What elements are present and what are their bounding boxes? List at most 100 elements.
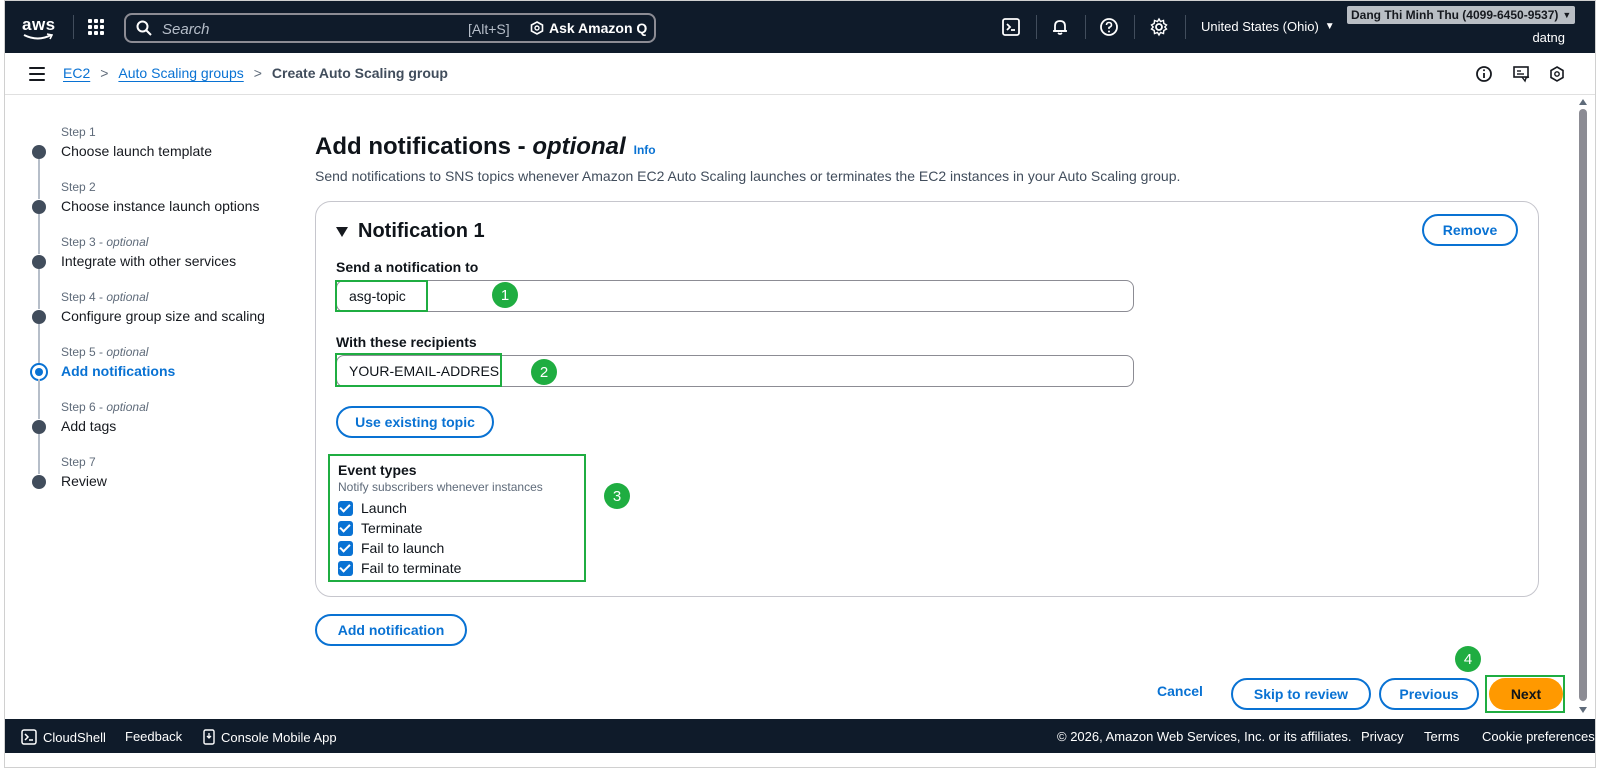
step-title[interactable]: Choose launch template bbox=[61, 143, 212, 159]
breadcrumb-current: Create Auto Scaling group bbox=[271, 65, 448, 81]
footer-cloudshell[interactable]: CloudShell bbox=[21, 729, 106, 745]
tutorial-panel-icon[interactable] bbox=[1512, 65, 1530, 83]
skip-to-review-button[interactable]: Skip to review bbox=[1231, 678, 1371, 710]
help-icon[interactable] bbox=[1099, 17, 1119, 37]
footer-copyright: © 2026, Amazon Web Services, Inc. or its… bbox=[1057, 729, 1352, 744]
remove-button[interactable]: Remove bbox=[1422, 214, 1518, 246]
footer-cloudshell-label: CloudShell bbox=[43, 729, 106, 745]
step-title[interactable]: Configure group size and scaling bbox=[61, 308, 265, 324]
add-notification-button[interactable]: Add notification bbox=[315, 614, 467, 646]
checkbox-checked-icon[interactable] bbox=[338, 560, 353, 576]
step-label: Step 3 bbox=[61, 235, 96, 249]
step-optional: optional bbox=[106, 290, 149, 304]
breadcrumb-auto-scaling-groups[interactable]: Auto Scaling groups bbox=[118, 65, 243, 81]
chevron-right-icon: > bbox=[100, 65, 109, 81]
step-dot-icon bbox=[32, 145, 46, 159]
username: datng bbox=[1532, 30, 1565, 45]
cloudshell-icon bbox=[21, 729, 37, 745]
ask-amazon-q-button[interactable]: Ask Amazon Q bbox=[530, 20, 647, 36]
search-icon bbox=[136, 20, 152, 36]
step-label: Step 7 bbox=[61, 455, 96, 469]
notification-panel: Notification 1 Remove Send a notificatio… bbox=[315, 201, 1539, 597]
step-dot-icon bbox=[32, 310, 46, 324]
page-title-text: Add notifications - optional bbox=[315, 133, 626, 160]
breadcrumb: EC2 > Auto Scaling groups > Create Auto … bbox=[63, 65, 448, 81]
notification-title: Notification 1 bbox=[358, 220, 485, 242]
use-existing-topic-button[interactable]: Use existing topic bbox=[336, 406, 494, 438]
checkbox-label: Launch bbox=[361, 500, 407, 516]
nav-divider bbox=[1185, 15, 1186, 39]
step-dot-icon bbox=[32, 420, 46, 434]
step-title[interactable]: Add tags bbox=[61, 418, 116, 434]
menu-hamburger-icon[interactable] bbox=[29, 67, 45, 81]
step-badge-2: 2 bbox=[531, 359, 557, 385]
checkbox-checked-icon[interactable] bbox=[338, 520, 353, 536]
event-types-title: Event types bbox=[338, 462, 417, 478]
region-selector[interactable]: United States (Ohio) ▼ bbox=[1201, 19, 1335, 34]
footer-mobile-label: Console Mobile App bbox=[221, 729, 337, 745]
mobile-app-icon bbox=[203, 729, 215, 745]
step-label: Step 4 bbox=[61, 290, 96, 304]
event-types-group: Event types Notify subscribers whenever … bbox=[328, 454, 586, 582]
step-label: Step 1 bbox=[61, 125, 96, 139]
checkbox-checked-icon[interactable] bbox=[338, 540, 353, 556]
top-navigation: aws Search [Alt+S] Ask Amazon Q United S… bbox=[5, 1, 1595, 53]
next-button[interactable]: Next bbox=[1489, 678, 1563, 710]
footer-feedback[interactable]: Feedback bbox=[125, 729, 182, 744]
wizard-step-5[interactable]: Step 5 - optional Add notifications bbox=[29, 333, 289, 419]
footer-mobile-app[interactable]: Console Mobile App bbox=[203, 729, 337, 745]
step-title[interactable]: Choose instance launch options bbox=[61, 198, 259, 214]
checkbox-launch[interactable]: Launch bbox=[338, 500, 407, 516]
step-optional: optional bbox=[106, 345, 149, 359]
aws-smile-icon bbox=[23, 33, 53, 40]
nav-divider bbox=[73, 15, 74, 39]
step-badge-4: 4 bbox=[1455, 646, 1481, 672]
step-dot-icon bbox=[32, 255, 46, 269]
checkbox-fail-to-terminate[interactable]: Fail to terminate bbox=[338, 560, 461, 576]
nav-divider bbox=[1036, 15, 1037, 39]
info-link[interactable]: Info bbox=[634, 143, 656, 157]
wizard-step-6[interactable]: Step 6 - optional Add tags bbox=[29, 388, 289, 474]
amazon-q-icon bbox=[530, 21, 544, 35]
browser-frame: aws Search [Alt+S] Ask Amazon Q United S… bbox=[4, 0, 1596, 768]
cloudshell-icon[interactable] bbox=[1001, 17, 1021, 37]
breadcrumb-ec2[interactable]: EC2 bbox=[63, 65, 90, 81]
wizard-step-4[interactable]: Step 4 - optional Configure group size a… bbox=[29, 278, 289, 364]
footer-cookie-preferences[interactable]: Cookie preferences bbox=[1482, 729, 1595, 744]
step-title[interactable]: Review bbox=[61, 473, 107, 489]
step-title[interactable]: Integrate with other services bbox=[61, 253, 236, 269]
notifications-bell-icon[interactable] bbox=[1050, 17, 1070, 37]
send-notification-label: Send a notification to bbox=[336, 259, 479, 275]
scrollbar-thumb[interactable] bbox=[1579, 109, 1587, 701]
wizard-step-2[interactable]: Step 2 Choose instance launch options bbox=[29, 168, 289, 254]
checkbox-checked-icon[interactable] bbox=[338, 500, 353, 516]
info-panel-icon[interactable] bbox=[1475, 65, 1493, 83]
account-menu[interactable]: Dang Thi Minh Thu (4099-6450-9537) ▼ bbox=[1347, 6, 1576, 24]
footer-terms[interactable]: Terms bbox=[1424, 729, 1459, 744]
scroll-down-arrow-icon[interactable] bbox=[1579, 707, 1587, 713]
console-footer: CloudShell Feedback Console Mobile App ©… bbox=[5, 719, 1595, 753]
wizard-step-1[interactable]: Step 1 Choose launch template bbox=[29, 113, 289, 199]
highlight-box bbox=[335, 280, 428, 312]
search-box[interactable]: Search [Alt+S] Ask Amazon Q bbox=[124, 13, 656, 43]
caret-down-icon bbox=[336, 226, 348, 237]
settings-gear-icon[interactable] bbox=[1149, 17, 1169, 37]
services-grid-icon[interactable] bbox=[88, 19, 104, 35]
step-badge-1: 1 bbox=[492, 282, 518, 308]
checkbox-terminate[interactable]: Terminate bbox=[338, 520, 422, 536]
aws-logo-text: aws bbox=[22, 15, 56, 34]
cancel-button[interactable]: Cancel bbox=[1157, 683, 1203, 699]
step-title-active[interactable]: Add notifications bbox=[61, 363, 175, 379]
aws-logo[interactable]: aws bbox=[19, 13, 57, 41]
search-input[interactable]: Search bbox=[162, 21, 210, 38]
wizard-step-7[interactable]: Step 7 Review bbox=[29, 443, 289, 498]
footer-privacy[interactable]: Privacy bbox=[1361, 729, 1404, 744]
amazon-q-panel-icon[interactable] bbox=[1548, 65, 1566, 83]
previous-button[interactable]: Previous bbox=[1379, 678, 1479, 710]
notification-header[interactable]: Notification 1 bbox=[336, 220, 485, 243]
send-notification-input[interactable]: asg-topic bbox=[336, 280, 1134, 312]
wizard-step-3[interactable]: Step 3 - optional Integrate with other s… bbox=[29, 223, 289, 309]
scroll-up-arrow-icon[interactable] bbox=[1579, 99, 1587, 105]
ask-amazon-q-label: Ask Amazon Q bbox=[549, 20, 648, 36]
checkbox-fail-to-launch[interactable]: Fail to launch bbox=[338, 540, 444, 556]
